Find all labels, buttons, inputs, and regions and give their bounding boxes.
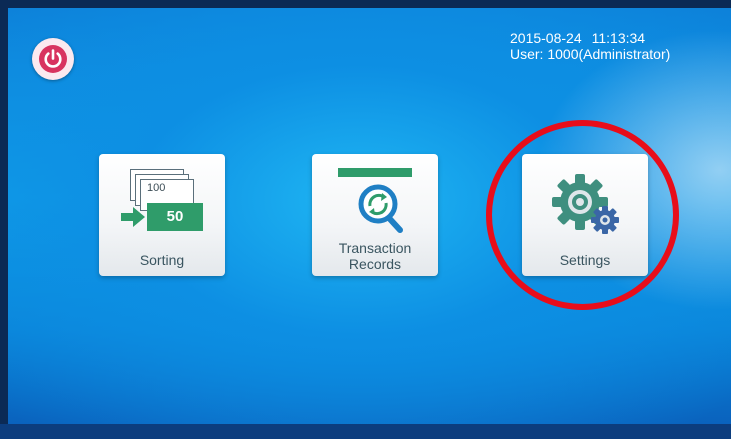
label-line-2: Records [348,256,402,272]
label-line-1: Transaction [338,240,412,256]
power-icon [39,45,67,73]
screen-bezel [0,0,8,439]
time-text: 11:13:34 [591,30,646,46]
screen-bezel [0,0,731,8]
highlight-circle-annotation [486,120,679,310]
date-text: 2015-08-24 [510,30,582,46]
sorting-tile[interactable]: 100 50 Sorting [99,154,225,276]
bill-100-label: 100 [147,182,166,194]
sorting-label: Sorting [139,252,185,268]
header-bar [338,168,412,177]
arrow-right-icon [121,207,145,227]
transaction-records-tile[interactable]: Transaction Records [312,154,438,276]
bill-50: 50 [147,203,203,231]
datetime: 2015-08-24 11:13:34 [510,30,720,46]
transaction-records-label: Transaction Records [312,240,438,272]
transaction-search-icon [358,184,403,233]
screen-bezel [0,424,731,439]
power-button[interactable] [32,38,74,80]
status-info: 2015-08-24 11:13:34 User: 1000(Administra… [510,30,720,62]
user-text: User: 1000(Administrator) [510,46,671,62]
